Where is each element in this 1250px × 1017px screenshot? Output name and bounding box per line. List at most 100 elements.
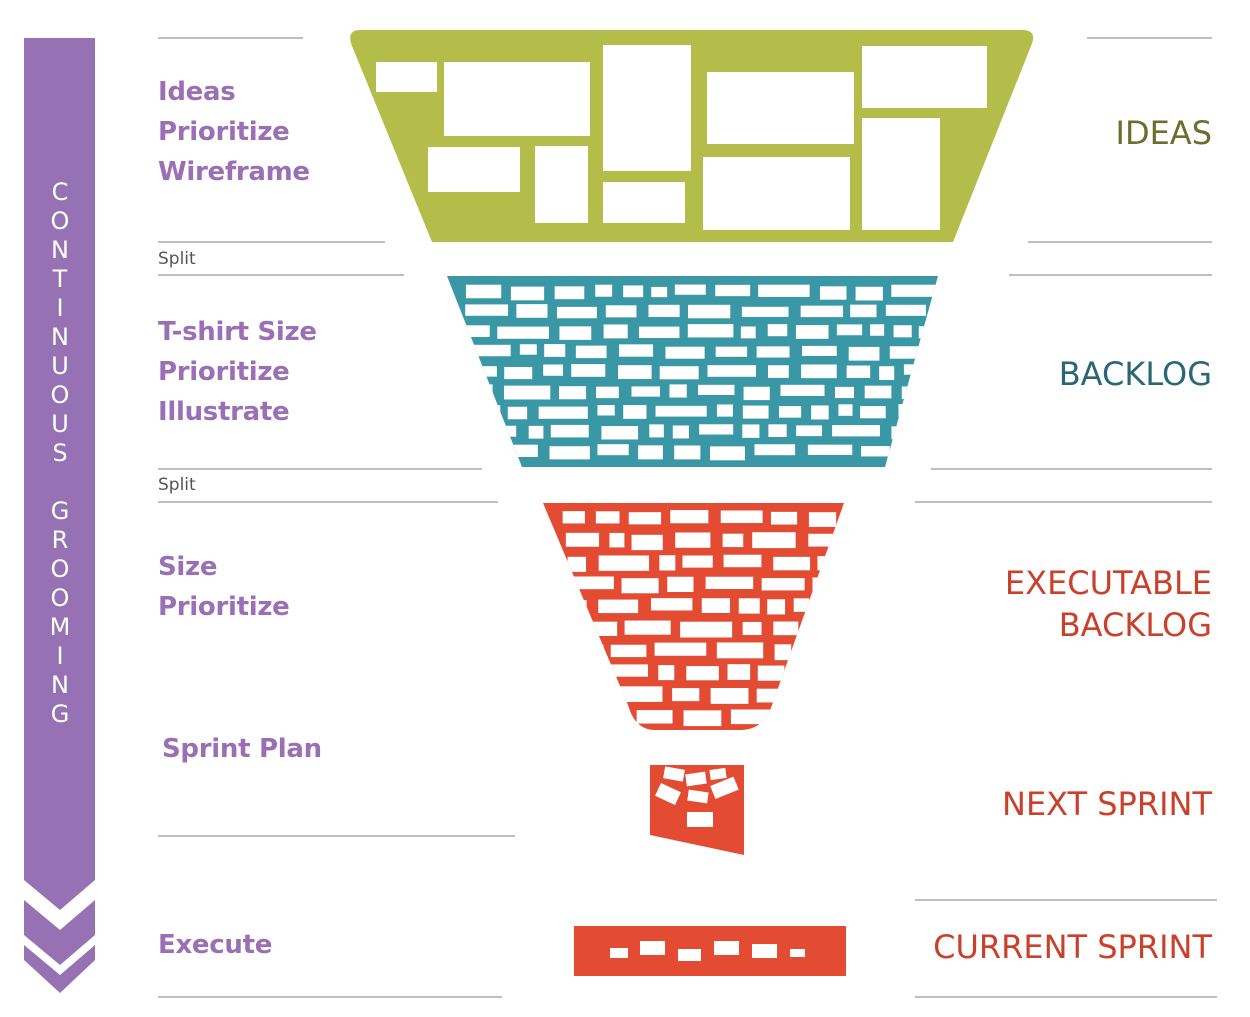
card [891, 284, 938, 297]
card [710, 687, 749, 704]
next-sprint-activities: Sprint Plan [162, 729, 322, 769]
current-sprint-activities: Execute [158, 925, 272, 965]
card [756, 346, 790, 358]
card [722, 533, 744, 548]
card [682, 555, 713, 568]
card [918, 326, 938, 339]
card [780, 384, 825, 396]
card [758, 284, 810, 297]
card [742, 621, 762, 636]
card [767, 365, 789, 378]
card [808, 533, 844, 547]
card [836, 324, 863, 336]
card [628, 512, 662, 525]
card [624, 620, 671, 635]
card [846, 365, 871, 378]
card [716, 404, 733, 417]
card [507, 406, 528, 420]
card [675, 532, 711, 548]
card [680, 621, 733, 638]
card [826, 664, 844, 678]
card [848, 346, 880, 361]
card [510, 286, 545, 301]
card [672, 425, 689, 439]
activity: Execute [158, 930, 273, 960]
stage-label-next-sprint: NEXT SPRINT [1002, 785, 1212, 823]
card [504, 366, 533, 380]
card [575, 345, 607, 359]
card [519, 344, 537, 355]
activity: T-shirt Size [158, 317, 317, 347]
card [469, 344, 511, 357]
card [565, 576, 614, 590]
card [720, 510, 763, 524]
card [466, 405, 501, 417]
card [621, 578, 659, 594]
card [605, 708, 629, 724]
card [597, 405, 615, 416]
activity: Prioritize [158, 592, 290, 622]
card [861, 446, 890, 457]
card [649, 424, 664, 438]
card [832, 425, 880, 437]
card [504, 444, 538, 457]
card [835, 386, 855, 399]
grooming-funnel-diagram: CONTINUOUS GROOMING Ideas Prioritize Wir… [0, 0, 1250, 1017]
card [565, 532, 600, 547]
card [812, 577, 838, 591]
card [466, 446, 498, 459]
card [462, 325, 490, 337]
card [688, 304, 731, 319]
card [802, 643, 844, 658]
card [609, 532, 625, 548]
card [801, 364, 837, 379]
card [723, 554, 762, 568]
card [743, 386, 770, 401]
activity: Sprint Plan [162, 734, 322, 764]
card [756, 688, 804, 703]
card [699, 424, 734, 435]
card [814, 688, 844, 704]
label-line: BACKLOG [1058, 606, 1212, 644]
card [754, 444, 796, 456]
card [674, 445, 701, 460]
card [870, 324, 885, 336]
card [559, 326, 592, 340]
card [654, 642, 707, 656]
card [638, 445, 663, 460]
stage-label-current-sprint: CURRENT SPRINT [933, 928, 1212, 966]
card [795, 325, 829, 339]
card [655, 405, 707, 417]
card [802, 345, 837, 356]
stage-label-backlog: BACKLOG [1058, 355, 1212, 393]
card [885, 304, 926, 316]
card [623, 405, 647, 419]
card [864, 385, 892, 399]
card [605, 305, 637, 318]
card [710, 446, 745, 461]
card [466, 366, 497, 377]
continuous-grooming-label: CONTINUOUS GROOMING [46, 178, 74, 729]
card [674, 284, 706, 295]
card [528, 425, 544, 439]
card [595, 284, 613, 297]
card [901, 386, 921, 399]
card [701, 598, 731, 613]
card [819, 286, 847, 300]
card [797, 664, 818, 678]
backlog-funnel-section [447, 276, 938, 467]
card [658, 665, 675, 681]
card [742, 405, 769, 419]
card [565, 644, 604, 658]
card [665, 346, 705, 359]
card [903, 364, 938, 375]
card [707, 365, 757, 377]
card [659, 555, 676, 571]
executable-backlog-funnel-section [543, 503, 844, 730]
executable-backlog-activities: Size Prioritize [158, 547, 290, 627]
card [562, 511, 585, 524]
card [543, 364, 564, 376]
card [562, 710, 596, 726]
card [595, 511, 620, 524]
card [715, 284, 751, 297]
